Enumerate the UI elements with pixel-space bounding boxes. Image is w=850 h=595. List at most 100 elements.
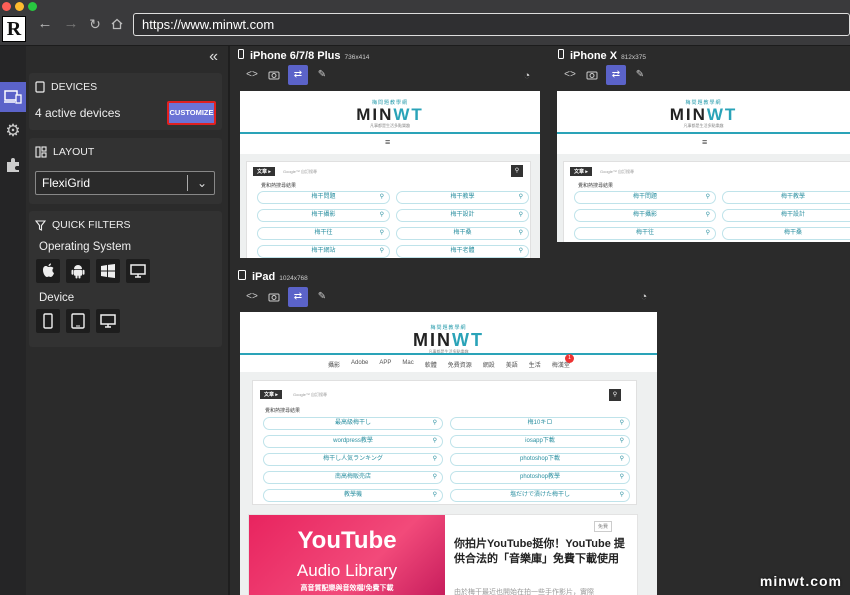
apple-icon[interactable] bbox=[36, 259, 60, 283]
reload-icon[interactable]: ↻ bbox=[84, 13, 106, 35]
blog-post-card[interactable]: YouTube Audio Library 高音質配樂與音效檔/免費下載 免費 … bbox=[248, 514, 638, 595]
sync-scroll-icon[interactable]: ⇄ bbox=[288, 65, 308, 85]
search-pill[interactable]: 梅干老體 bbox=[396, 245, 529, 258]
menu-icon[interactable]: ≡ bbox=[702, 137, 707, 147]
gear-icon[interactable]: ⚙ bbox=[0, 116, 26, 146]
search-pill[interactable]: 梅干攝影 bbox=[257, 209, 390, 222]
search-pill[interactable]: 梅干往 bbox=[574, 227, 716, 240]
site-logo-sub: 凡事都是生活多點樂趣 bbox=[683, 123, 724, 128]
home-icon[interactable] bbox=[106, 13, 128, 35]
windows-icon[interactable] bbox=[96, 259, 120, 283]
inspect-icon[interactable]: ✎ bbox=[314, 67, 330, 83]
android-icon[interactable] bbox=[66, 259, 90, 283]
nav-link[interactable]: 美語 bbox=[506, 360, 518, 369]
nav-link[interactable]: Mac bbox=[402, 360, 413, 369]
customize-button[interactable]: CUSTOMIZE bbox=[167, 101, 216, 125]
nav-link[interactable]: Adobe bbox=[351, 360, 368, 369]
nav-link[interactable]: 免費資源 bbox=[448, 360, 472, 369]
sync-scroll-icon[interactable]: ⇄ bbox=[606, 65, 626, 85]
maximize-window-button[interactable] bbox=[28, 2, 37, 11]
phone-icon bbox=[238, 49, 244, 59]
search-field[interactable]: Google™ 自訂搜尋 bbox=[600, 169, 634, 175]
app-logo: R bbox=[2, 16, 26, 42]
ipad-viewport[interactable]: 梅問題教學網 MINWT 凡事都是生活多點樂趣 攝影 Adobe APP Mac… bbox=[240, 312, 657, 595]
search-pill[interactable]: 梅干問題 bbox=[574, 191, 716, 204]
left-rail: ⚙ bbox=[0, 46, 26, 595]
tablet-device-icon[interactable] bbox=[66, 309, 90, 333]
active-devices-count: 4 active devices bbox=[35, 106, 121, 120]
search-pill[interactable]: 梅干設計 bbox=[722, 209, 850, 222]
search-pill[interactable]: 教學機 bbox=[263, 489, 443, 502]
inspect-icon[interactable]: ✎ bbox=[632, 67, 648, 83]
inspect-icon[interactable]: ✎ bbox=[314, 289, 330, 305]
search-pill[interactable]: 梅干設計 bbox=[396, 209, 529, 222]
search-pill[interactable]: 梅10キロ bbox=[450, 417, 630, 430]
os-filter-label: Operating System bbox=[39, 241, 132, 253]
device-name: iPhone 6/7/8 Plus bbox=[250, 50, 341, 62]
nav-link[interactable]: 網設 bbox=[483, 360, 495, 369]
search-pill[interactable]: photoshop教學 bbox=[450, 471, 630, 484]
screenshot-icon[interactable]: ◔ bbox=[637, 290, 651, 304]
sync-scroll-icon[interactable]: ⇄ bbox=[288, 287, 308, 307]
devices-icon[interactable] bbox=[0, 82, 26, 112]
post-title[interactable]: 你拍片YouTube挺你！YouTube 提供合法的「音樂庫」免費下載使用 bbox=[454, 537, 628, 567]
search-pill[interactable]: iosapp下載 bbox=[450, 435, 630, 448]
popular-label: 覺和熱搜尋結果 bbox=[261, 183, 297, 189]
search-pill[interactable]: 梅干桑 bbox=[396, 227, 529, 240]
camera-icon[interactable] bbox=[584, 67, 600, 83]
nav-link[interactable]: APP bbox=[379, 360, 391, 369]
extensions-puzzle-icon[interactable] bbox=[0, 150, 26, 180]
search-icon[interactable]: ⚲ bbox=[609, 389, 621, 401]
devices-panel-title: DEVICES bbox=[51, 81, 98, 93]
post-thumbnail: YouTube Audio Library 高音質配樂與音效檔/免費下載 bbox=[249, 515, 445, 595]
nav-link[interactable]: 攝影 bbox=[328, 360, 340, 369]
code-icon[interactable]: <> bbox=[244, 67, 260, 83]
collapse-sidebar-icon[interactable]: « bbox=[209, 48, 218, 66]
mobile-device-icon[interactable] bbox=[36, 309, 60, 333]
camera-icon[interactable] bbox=[266, 67, 282, 83]
watermark: minwt.com bbox=[759, 573, 842, 589]
search-pill[interactable]: 梅干網站 bbox=[257, 245, 390, 258]
menu-icon[interactable]: ≡ bbox=[385, 137, 390, 147]
search-pill[interactable]: 梅干桑 bbox=[722, 227, 850, 240]
layout-select[interactable]: FlexiGrid ⌄ bbox=[35, 171, 215, 195]
sidebar: « DEVICES 4 active devices CUSTOMIZE LAY… bbox=[26, 46, 228, 595]
search-icon[interactable]: ⚲ bbox=[511, 165, 523, 177]
code-icon[interactable]: <> bbox=[562, 67, 578, 83]
search-pill[interactable]: 梅干攝影 bbox=[574, 209, 716, 222]
search-field[interactable]: Google™ 自訂搜尋 bbox=[283, 169, 317, 175]
device-name: iPad bbox=[252, 271, 276, 283]
iphone-plus-viewport[interactable]: 梅問題教學網 MINWT 凡事都是生活多點樂趣 ≡ 文章 ▸ Google™ 自… bbox=[240, 91, 540, 258]
search-pill[interactable]: photoshop下載 bbox=[450, 453, 630, 466]
search-pill[interactable]: 梅干教學 bbox=[396, 191, 529, 204]
search-field[interactable]: Google™ 自訂搜尋 bbox=[293, 392, 327, 398]
chevron-down-icon: ⌄ bbox=[196, 176, 207, 190]
close-window-button[interactable] bbox=[2, 2, 11, 11]
device-name: iPhone X bbox=[570, 50, 618, 62]
search-pill[interactable]: 梅干問題 bbox=[257, 191, 390, 204]
search-pill[interactable]: 梅干教學 bbox=[722, 191, 850, 204]
search-pill[interactable]: 南高梅販売店 bbox=[263, 471, 443, 484]
thumbnail-title: YouTube bbox=[297, 527, 397, 554]
search-pill[interactable]: 梅干往 bbox=[257, 227, 390, 240]
code-icon[interactable]: <> bbox=[244, 289, 260, 305]
layout-panel-title: LAYOUT bbox=[53, 146, 95, 158]
search-pill[interactable]: 最高級梅干し bbox=[263, 417, 443, 430]
popular-label: 覺和熱搜尋結果 bbox=[578, 183, 614, 189]
url-input[interactable]: https://www.minwt.com bbox=[133, 13, 850, 36]
nav-link[interactable]: 生活 bbox=[529, 360, 541, 369]
nav-link[interactable]: 軟體 bbox=[425, 360, 437, 369]
search-pill[interactable]: wordpress教學 bbox=[263, 435, 443, 448]
iphone-x-viewport[interactable]: 梅問題教學網 MINWT 凡事都是生活多點樂趣 ≡ 文章 ▸ Google™ 自… bbox=[557, 91, 850, 242]
minimize-window-button[interactable] bbox=[15, 2, 24, 11]
search-pill[interactable]: 塩だけで漬けた梅干し bbox=[450, 489, 630, 502]
camera-icon[interactable] bbox=[266, 289, 282, 305]
search-pill[interactable]: 梅干し人気ランキング bbox=[263, 453, 443, 466]
forward-arrow-icon[interactable]: → bbox=[60, 13, 82, 35]
site-logo: MINWT bbox=[669, 105, 738, 124]
desktop-device-icon[interactable] bbox=[96, 309, 120, 333]
site-logo: MINWT bbox=[356, 105, 424, 124]
desktop-os-icon[interactable] bbox=[126, 259, 150, 283]
back-arrow-icon[interactable]: ← bbox=[34, 13, 56, 35]
screenshot-icon[interactable]: ◔ bbox=[520, 69, 534, 83]
